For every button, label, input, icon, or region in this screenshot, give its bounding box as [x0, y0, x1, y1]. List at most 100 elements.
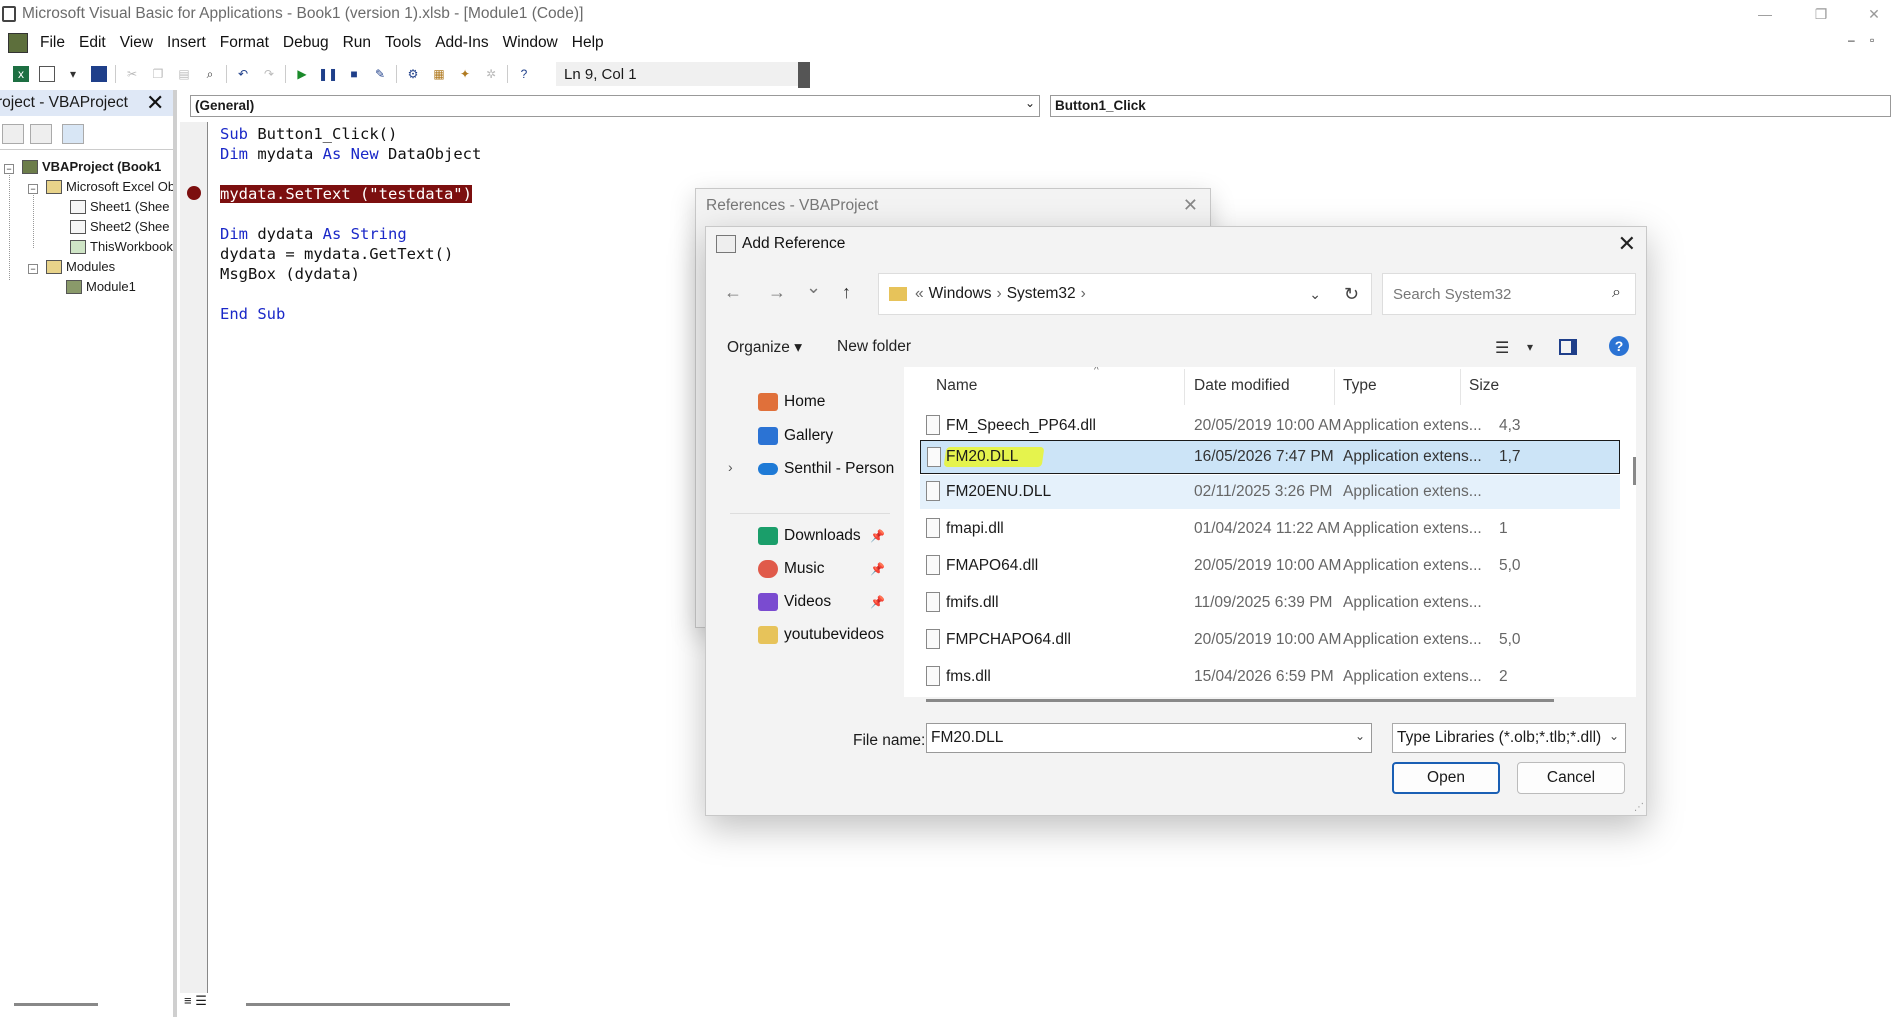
- overflow-chevron-icon[interactable]: «: [915, 285, 924, 303]
- file-row-selected[interactable]: FM20.DLL 16/05/2026 7:47 PM Application …: [920, 440, 1620, 474]
- cut-icon[interactable]: ✂: [124, 66, 140, 82]
- mdi-restore-button[interactable]: ▫: [1870, 33, 1874, 47]
- view-toggle-buttons[interactable]: ≡ ☰: [184, 993, 207, 1009]
- tree-node-modules[interactable]: Modules: [46, 259, 115, 274]
- column-header-name[interactable]: Name: [936, 377, 977, 395]
- tree-node-sheet1[interactable]: Sheet1 (Shee: [70, 199, 170, 214]
- file-row[interactable]: fmapi.dll 01/04/2024 11:22 AM Applicatio…: [920, 512, 1620, 546]
- nav-item-music[interactable]: Music 📌: [758, 560, 885, 578]
- open-button[interactable]: Open: [1392, 762, 1500, 794]
- toggle-folders-button[interactable]: [62, 124, 84, 144]
- run-icon[interactable]: ▶: [294, 66, 310, 82]
- design-mode-icon[interactable]: ✎: [372, 66, 388, 82]
- nav-item-downloads[interactable]: Downloads 📌: [758, 527, 885, 545]
- code-editor[interactable]: Sub Button1_Click() Dim mydata As New Da…: [220, 124, 481, 324]
- tree-node-sheet2[interactable]: Sheet2 (Shee: [70, 219, 170, 234]
- file-type-select[interactable]: Type Libraries (*.olb;*.tlb;*.dll) ⌄: [1392, 723, 1626, 753]
- chevron-down-icon[interactable]: ⌄: [1355, 729, 1365, 743]
- back-arrow-icon[interactable]: ←: [724, 282, 742, 303]
- insert-userform-icon[interactable]: [39, 66, 55, 82]
- reset-icon[interactable]: ■: [346, 66, 362, 82]
- menu-window[interactable]: Window: [496, 34, 565, 52]
- view-options-icon[interactable]: ☰: [1495, 338, 1509, 358]
- cancel-button[interactable]: Cancel: [1517, 762, 1625, 794]
- file-name-field[interactable]: FM20.DLL ⌄: [926, 723, 1372, 753]
- file-row[interactable]: FMPCHAPO64.dll 20/05/2019 10:00 AM Appli…: [920, 623, 1620, 657]
- project-close-icon[interactable]: ✕: [146, 90, 164, 116]
- file-list-horizontal-scrollbar[interactable]: [926, 699, 1554, 702]
- references-close-button[interactable]: ✕: [1183, 195, 1198, 216]
- toolbox-icon[interactable]: ✲: [483, 66, 499, 82]
- tree-collapse-toggle[interactable]: −: [28, 264, 38, 274]
- nav-item-home[interactable]: Home: [758, 393, 825, 411]
- project-explorer-icon[interactable]: ⚙: [405, 66, 421, 82]
- menu-tools[interactable]: Tools: [378, 34, 428, 52]
- code-horizontal-scrollbar[interactable]: [246, 1003, 510, 1006]
- menu-help[interactable]: Help: [565, 34, 611, 52]
- file-list-vertical-scrollbar[interactable]: [1633, 457, 1636, 485]
- file-row[interactable]: fms.dll 15/04/2026 6:59 PM Application e…: [920, 660, 1620, 694]
- tree-node-module1[interactable]: Module1: [66, 279, 136, 294]
- file-row[interactable]: FM20ENU.DLL 02/11/2025 3:26 PM Applicati…: [920, 475, 1620, 509]
- menu-edit[interactable]: Edit: [72, 34, 113, 52]
- column-divider[interactable]: [1184, 369, 1185, 405]
- menu-run[interactable]: Run: [336, 34, 378, 52]
- address-bar[interactable]: « Windows › System32 › ⌄ ↻: [878, 273, 1372, 315]
- break-icon[interactable]: ❚❚: [318, 66, 338, 82]
- menu-debug[interactable]: Debug: [276, 34, 336, 52]
- preview-pane-icon[interactable]: [1559, 339, 1577, 355]
- tree-collapse-toggle[interactable]: −: [4, 164, 14, 174]
- properties-icon[interactable]: ▦: [431, 66, 447, 82]
- redo-icon[interactable]: ↷: [261, 66, 277, 82]
- breadcrumb-windows[interactable]: Windows: [929, 285, 992, 303]
- tree-collapse-toggle[interactable]: −: [28, 184, 38, 194]
- column-header-type[interactable]: Type: [1343, 377, 1377, 395]
- tree-node-excel-objects[interactable]: Microsoft Excel Ob: [46, 179, 175, 194]
- tree-node-vbaproject[interactable]: VBAProject (Book1: [22, 159, 161, 174]
- nav-item-onedrive[interactable]: Senthil - Persona: [758, 460, 894, 478]
- nav-item-videos[interactable]: Videos 📌: [758, 593, 885, 611]
- menu-add-ins[interactable]: Add-Ins: [428, 34, 495, 52]
- help-icon[interactable]: ?: [1609, 336, 1629, 356]
- file-row[interactable]: FMAPO64.dll 20/05/2019 10:00 AM Applicat…: [920, 549, 1620, 583]
- breakpoint-icon[interactable]: [187, 186, 201, 200]
- paste-icon[interactable]: ▤: [176, 66, 192, 82]
- file-row[interactable]: FM_Speech_PP64.dll 20/05/2019 10:00 AM A…: [920, 409, 1620, 443]
- view-code-button[interactable]: [2, 124, 24, 144]
- address-dropdown-icon[interactable]: ⌄: [1309, 286, 1321, 303]
- column-header-date[interactable]: Date modified: [1194, 377, 1290, 395]
- save-icon[interactable]: [91, 66, 107, 82]
- menu-insert[interactable]: Insert: [160, 34, 213, 52]
- excel-vbe-icon[interactable]: [8, 33, 28, 53]
- menu-file[interactable]: File: [33, 34, 72, 52]
- new-folder-button[interactable]: New folder: [837, 338, 911, 356]
- view-excel-icon[interactable]: x: [13, 66, 29, 82]
- refresh-icon[interactable]: ↻: [1344, 284, 1359, 305]
- nav-item-youtubevideos[interactable]: youtubevideos: [758, 626, 884, 644]
- project-horizontal-scrollbar[interactable]: [14, 1003, 98, 1006]
- column-divider[interactable]: [1334, 369, 1335, 405]
- dialog-close-button[interactable]: ✕: [1618, 231, 1636, 257]
- column-divider[interactable]: [1460, 369, 1461, 405]
- restore-button[interactable]: ❐: [1798, 0, 1844, 28]
- column-header-size[interactable]: Size: [1469, 377, 1499, 395]
- minimize-button[interactable]: —: [1742, 0, 1788, 28]
- help-toolbar-icon[interactable]: ?: [516, 66, 532, 82]
- copy-icon[interactable]: ❐: [150, 66, 166, 82]
- object-combo[interactable]: (General) ⌄: [190, 95, 1040, 117]
- procedure-combo[interactable]: Button1_Click: [1050, 95, 1891, 117]
- toolbar-grip[interactable]: [798, 62, 810, 88]
- breadcrumb-system32[interactable]: System32: [1007, 285, 1076, 303]
- view-object-button[interactable]: [30, 124, 52, 144]
- dropdown-arrow-icon[interactable]: ▾: [65, 66, 81, 82]
- organize-menu[interactable]: Organize ▾: [727, 338, 802, 357]
- close-window-button[interactable]: ✕: [1851, 0, 1891, 28]
- forward-arrow-icon[interactable]: →: [768, 282, 786, 303]
- find-icon[interactable]: ⌕: [202, 66, 218, 82]
- mdi-minimize-button[interactable]: –: [1848, 33, 1855, 47]
- margin-indicator-bar[interactable]: [180, 122, 208, 993]
- tree-node-thisworkbook[interactable]: ThisWorkbook: [70, 239, 173, 254]
- object-browser-icon[interactable]: ✦: [457, 66, 473, 82]
- menu-format[interactable]: Format: [213, 34, 276, 52]
- search-input[interactable]: Search System32 ⌕: [1382, 273, 1636, 315]
